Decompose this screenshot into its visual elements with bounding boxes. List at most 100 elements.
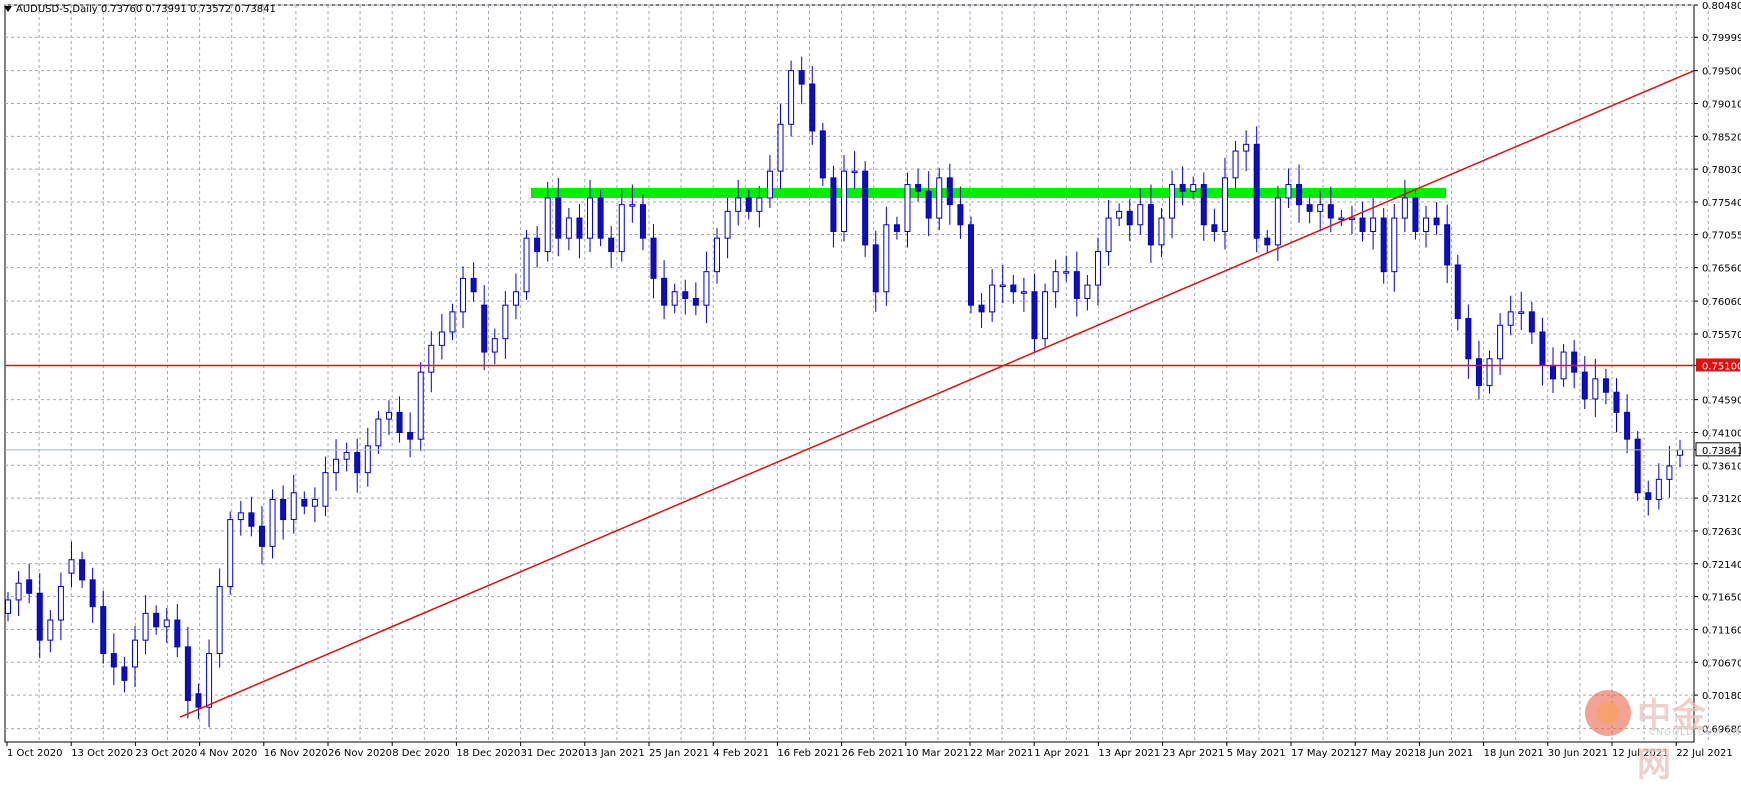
x-tick-label: 18 Dec 2020 (456, 748, 520, 759)
candle-bear (481, 304, 488, 353)
candle-bull (1063, 271, 1070, 274)
candle-bear (1465, 318, 1472, 360)
candle-bull (1084, 284, 1091, 299)
candle-bear (1327, 204, 1334, 219)
candle-bear (1475, 358, 1482, 387)
candle-bull (227, 519, 234, 588)
candle-bull (375, 418, 382, 447)
y-tick-label: 0.72140 (1702, 560, 1741, 571)
candle-bear (153, 612, 160, 628)
candle-bear (407, 431, 414, 440)
candle-bull (777, 123, 784, 172)
symbol-label: AUDUSD-S,Daily (16, 4, 98, 15)
candle-bear (1200, 184, 1207, 226)
candle-bear (534, 237, 541, 253)
candle-bear (1264, 237, 1271, 246)
candle-bear (1444, 224, 1451, 266)
candle-bull (1116, 210, 1123, 219)
watermark-subtext: CNGOLD.COM.CN (1649, 728, 1741, 738)
candle-bear (110, 653, 117, 668)
price-axis: 0.80480 0.79999 0.79500 0.79010 0.78520 0.780… (1694, 1, 1741, 736)
y-tick-label: 0.75570 (1702, 330, 1741, 341)
resistance-zone (531, 187, 1446, 198)
candle-bear (1645, 492, 1652, 500)
candle-bull (322, 472, 329, 507)
candle-bear (957, 204, 964, 226)
candle-bull (290, 492, 297, 521)
candle-bear (79, 559, 86, 581)
candle-bull (5, 599, 11, 614)
candle-bull (385, 411, 392, 420)
candle-bear (576, 217, 583, 239)
candle-bear (1433, 217, 1440, 226)
y-tick-label: 0.79999 (1702, 33, 1741, 44)
candle-bear (946, 177, 953, 206)
candle-bear (1550, 364, 1557, 380)
candle-bear (597, 197, 604, 239)
candle-bull (618, 204, 625, 253)
x-tick-label: 8 Jun 2021 (1419, 748, 1473, 759)
candle-bull (15, 582, 22, 601)
candle-bull (724, 210, 731, 239)
candle-bear (798, 70, 805, 85)
candle-bear (1306, 204, 1313, 212)
candle-bull (1423, 217, 1430, 232)
x-tick-label: 13 Oct 2020 (71, 748, 133, 759)
candle-bull (1666, 465, 1673, 480)
candle-bear (893, 224, 900, 232)
candle-bull (1169, 184, 1176, 219)
candle-bear (692, 297, 699, 306)
candle-bull (629, 204, 636, 207)
candle-bull (163, 619, 170, 628)
candle-bull (1137, 204, 1144, 226)
candle-bull (841, 170, 847, 232)
candle-bear (174, 619, 181, 648)
candle-bear (1602, 378, 1609, 393)
candle-bear (1296, 184, 1303, 206)
candle-bull (671, 291, 678, 306)
candle-bull (999, 284, 1006, 288)
candle-bear (1581, 371, 1588, 400)
x-tick-label: 25 Jan 2021 (649, 748, 709, 759)
candle-bear (1613, 391, 1620, 413)
candle-bear (280, 498, 287, 521)
x-tick-label: 31 Dec 2020 (521, 748, 585, 759)
chevron-down-icon[interactable] (4, 6, 12, 12)
candle-bull (714, 237, 721, 273)
x-tick-label: 4 Nov 2020 (200, 748, 258, 759)
candle-bull (460, 277, 467, 313)
y-tick-label: 0.76560 (1702, 264, 1741, 275)
candle-bear (1571, 351, 1578, 373)
level-price-label: 0.75100 (1702, 361, 1741, 372)
candle-bull (788, 70, 795, 125)
candle-bull (47, 619, 54, 641)
y-tick-label: 0.76060 (1702, 297, 1741, 308)
candle-bear (1539, 331, 1546, 366)
candle-bull (269, 498, 276, 547)
candle-bull (1592, 378, 1599, 400)
candle-bull (491, 338, 498, 353)
candle-bull (512, 291, 519, 306)
x-tick-label: 8 Dec 2020 (392, 748, 450, 759)
x-tick-label: 23 Apr 2021 (1163, 748, 1225, 759)
candle-bear (36, 592, 43, 641)
candle-bear (121, 666, 128, 681)
candle-bear (555, 197, 562, 239)
x-tick-label: 22 Mar 2021 (970, 748, 1033, 759)
candle-bull (1105, 217, 1112, 253)
candle-bear (967, 224, 974, 306)
y-tick-label: 0.74100 (1702, 428, 1741, 439)
candle-bull (1518, 311, 1525, 314)
x-tick-label: 26 Feb 2021 (842, 748, 904, 759)
candle-bull (1338, 217, 1345, 221)
candle-bear (89, 579, 96, 608)
price-chart[interactable]: 0.80480 0.79999 0.79500 0.79010 0.78520 0.780… (0, 0, 1741, 763)
candle-bull (587, 197, 594, 239)
candle-bull (1190, 184, 1197, 192)
candle-bull (1401, 197, 1408, 219)
x-tick-label: 10 Mar 2021 (906, 748, 969, 759)
x-tick-label: 16 Feb 2021 (777, 748, 839, 759)
candle-bull (936, 177, 943, 219)
candle-bull (438, 331, 445, 346)
x-tick-label: 18 Jun 2021 (1484, 748, 1544, 759)
